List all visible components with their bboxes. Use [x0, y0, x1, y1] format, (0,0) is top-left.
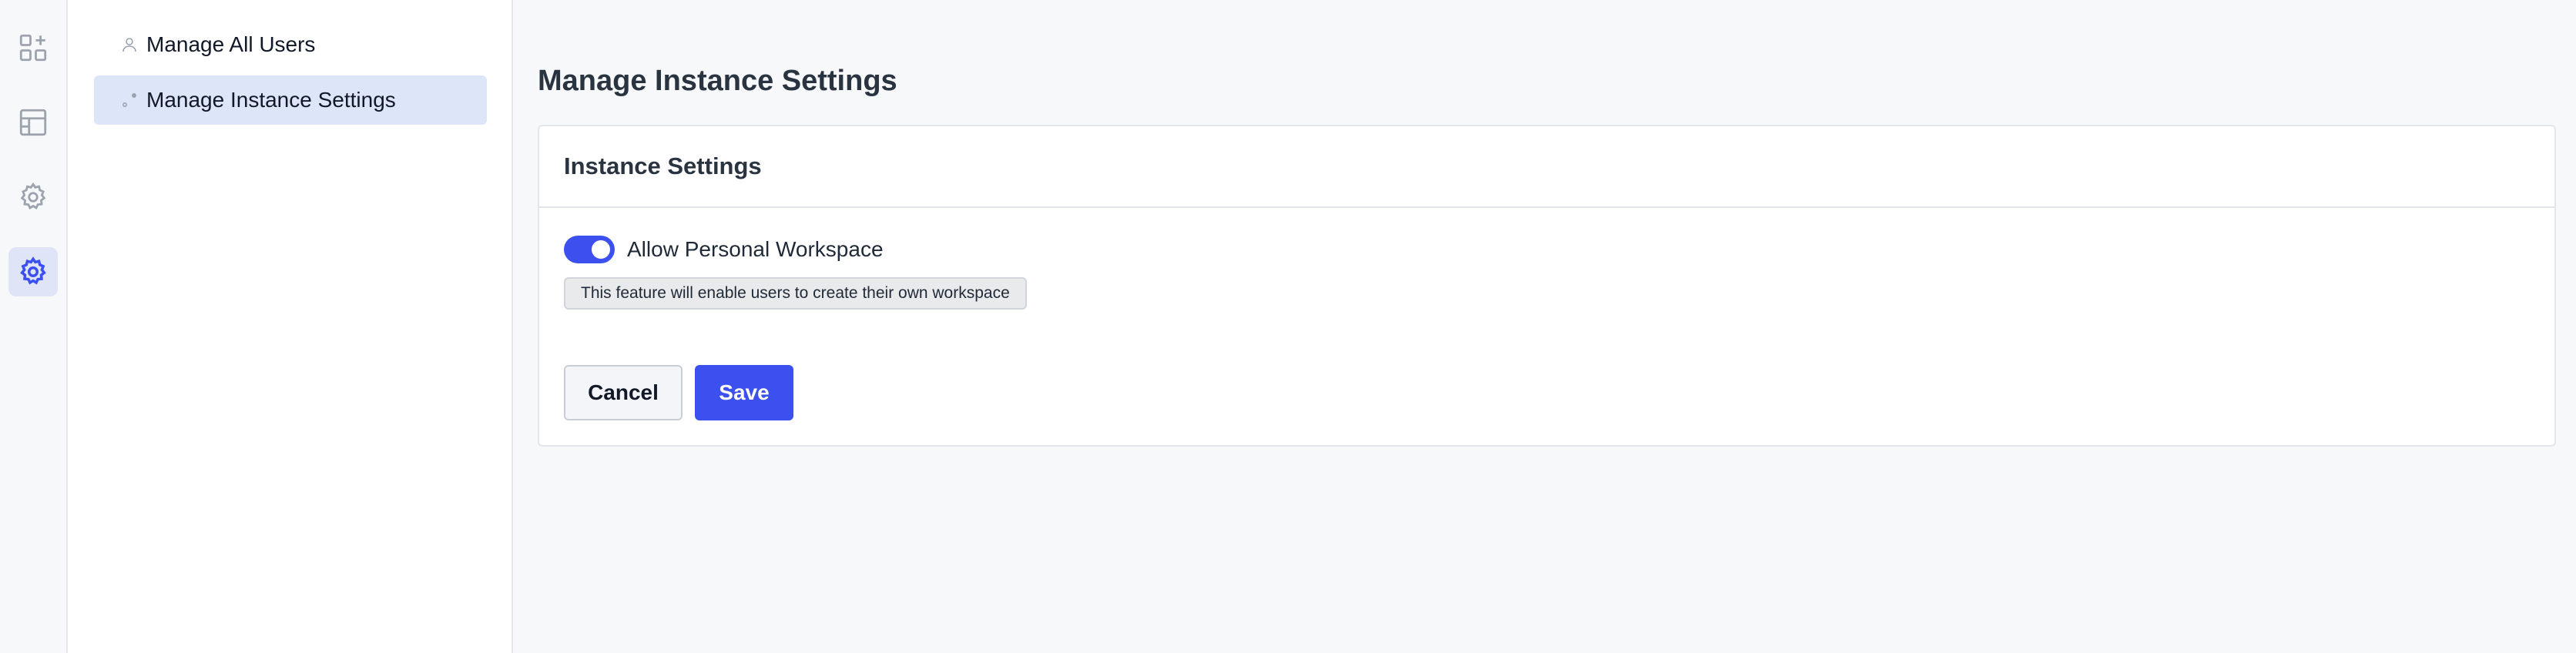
- rail-layout-button[interactable]: [8, 98, 58, 147]
- cancel-button[interactable]: Cancel: [564, 365, 683, 420]
- feature-hint: This feature will enable users to create…: [564, 277, 1027, 310]
- user-icon: [122, 38, 136, 52]
- personal-workspace-toggle[interactable]: [564, 236, 615, 263]
- sidebar-item-manage-users[interactable]: Manage All Users: [94, 20, 487, 69]
- nodes-icon: [122, 92, 137, 108]
- app-root: Manage All Users Manage Instance Setting…: [0, 0, 2576, 653]
- apps-add-icon: [19, 34, 47, 62]
- personal-workspace-row: Allow Personal Workspace: [564, 233, 2530, 266]
- rail-admin-settings-button[interactable]: [8, 247, 58, 296]
- form-actions: Cancel Save: [564, 365, 2530, 420]
- page-title: Manage Instance Settings: [538, 65, 897, 97]
- save-button[interactable]: Save: [695, 365, 793, 420]
- gear-icon: [20, 182, 46, 209]
- sidebar-item-label: Manage All Users: [146, 32, 316, 56]
- sidebar-item-instance-settings[interactable]: Manage Instance Settings: [94, 75, 487, 125]
- toggle-knob: [592, 240, 610, 259]
- icon-rail: [0, 0, 68, 653]
- settings-sidebar: Manage All Users Manage Instance Setting…: [68, 0, 513, 653]
- card-header: Instance Settings: [539, 126, 2554, 208]
- sidebar-item-label: Manage Instance Settings: [146, 88, 396, 112]
- instance-settings-card: Instance Settings Allow Personal Workspa…: [538, 125, 2556, 447]
- card-body: Allow Personal Workspace This feature wi…: [539, 208, 2554, 445]
- rail-apps-button[interactable]: [8, 23, 58, 72]
- rail-settings-button[interactable]: [8, 172, 58, 222]
- layout-icon: [19, 109, 47, 136]
- gear-active-icon: [20, 256, 46, 285]
- main-content: Manage Instance Settings Instance Settin…: [513, 0, 2576, 653]
- card-title: Instance Settings: [564, 152, 762, 179]
- toggle-label: Allow Personal Workspace: [627, 237, 884, 261]
